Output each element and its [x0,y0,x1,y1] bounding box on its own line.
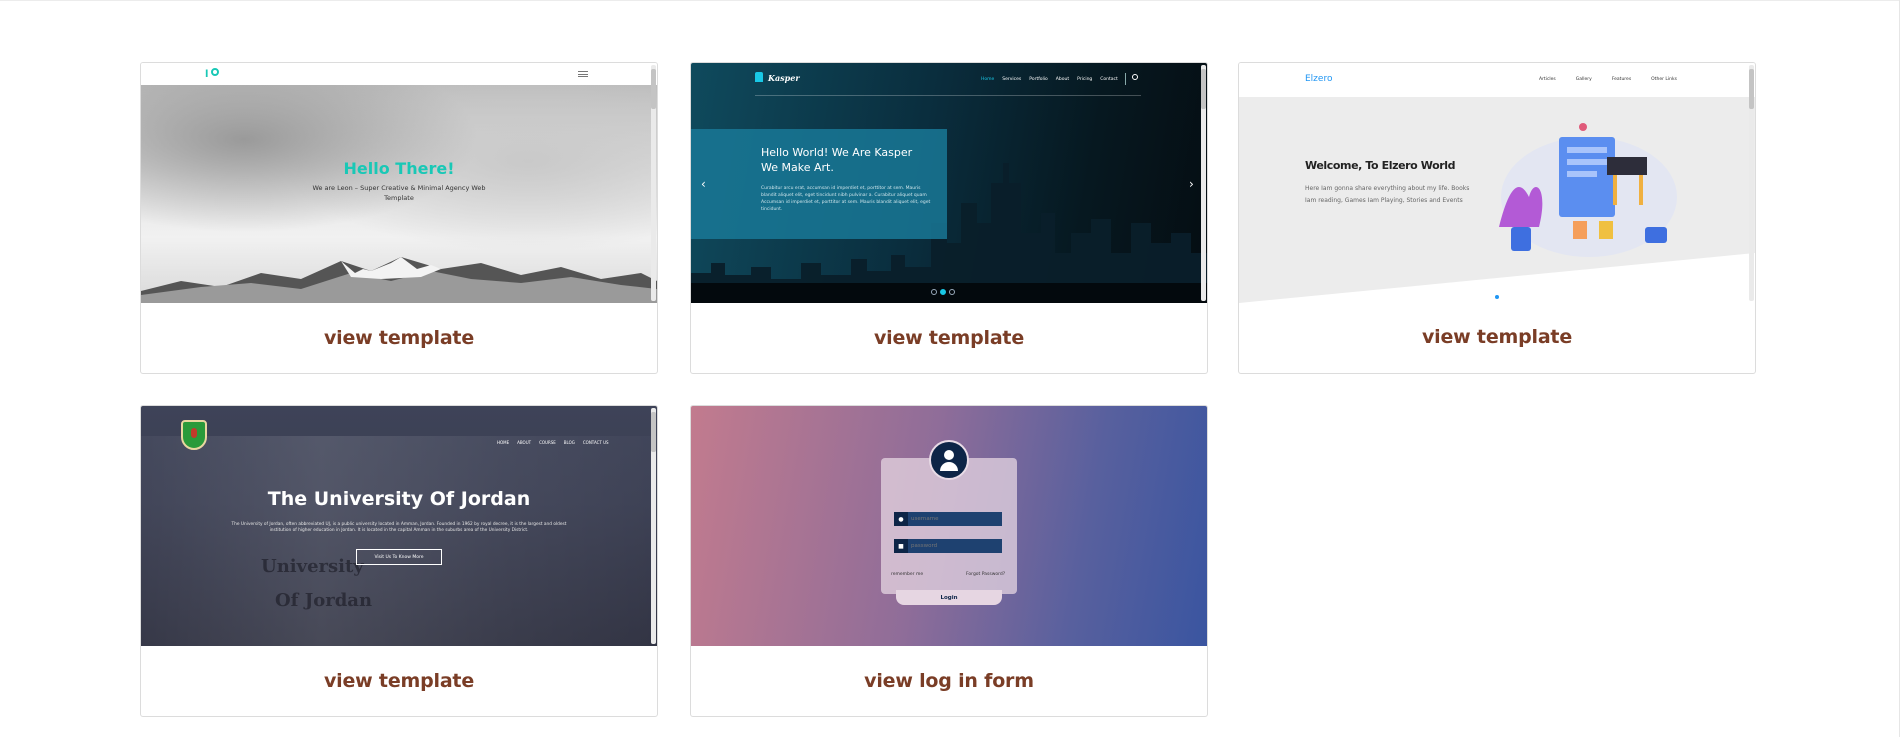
preview-navbar: Elzero Articles Gallery Features Other L… [1239,63,1755,97]
template-card-kasper: Kasper Home Services Portfolio About Pri… [690,62,1208,374]
remember-me-label: remember me [891,572,924,577]
menu-item: COURSE [539,440,556,445]
username-field: ● [894,512,1002,526]
slider-dot [931,289,937,295]
menu-item: HOME [497,440,510,445]
wall-carving: University [261,556,364,577]
password-input [908,543,998,549]
hero-text: Here Iam gonna share everything about my… [1305,185,1470,204]
view-template-link[interactable]: view template [141,646,657,716]
menu-item: About [1055,77,1070,82]
logo-mark-icon [211,68,219,76]
illustration-graphic [1499,123,1677,257]
login-button: Login [896,590,1002,605]
password-field: ■ [894,539,1002,553]
view-template-link[interactable]: view template [691,303,1207,373]
hero-title: The University Of Jordan [267,488,531,510]
preview-menu: HOME ABOUT COURSE BLOG CONTACT US [497,440,609,445]
template-preview-elzero[interactable]: Elzero Articles Gallery Features Other L… [1239,63,1755,303]
user-avatar-icon [929,440,969,480]
preview-scrollbar [651,408,656,644]
menu-item: Other Links [1651,77,1677,82]
menu-item: ABOUT [517,440,532,445]
view-template-link[interactable]: view template [1239,303,1755,371]
nav-underline [755,95,1141,96]
chevron-right-icon: › [1189,177,1194,191]
template-card-elzero: Elzero Articles Gallery Features Other L… [1238,62,1756,374]
menu-item: Features [1611,77,1632,82]
hero-text: Curabitur arcu erat, accumsan id imperdi… [761,186,931,212]
mountains-graphic [141,257,657,303]
slider-dot [1495,295,1499,299]
preview-menu: Articles Gallery Features Other Links [1539,77,1677,82]
visit-button: Visit Us To Know More [356,549,442,565]
brand-name: Kasper [768,73,800,83]
slider-dot-active [940,289,946,295]
view-template-link[interactable]: view template [141,303,657,373]
preview-scrollbar [1749,65,1754,301]
preview-scrollbar [1201,65,1206,301]
username-input [908,516,998,522]
hero-title: Hello World! We Are Kasper We Make Art. [761,146,913,174]
wall-carving: Of Jordan [275,590,373,611]
menu-item: Articles [1539,77,1556,82]
menu-separator [1125,73,1126,85]
hamburger-menu-icon [578,71,588,77]
menu-item: Gallery [1575,77,1592,82]
brand-name: Elzero [1305,74,1333,84]
top-divider [0,0,1900,1]
slider-dot [949,289,955,295]
menu-item: Home [981,77,995,82]
lock-icon: ■ [894,539,908,553]
wall-overlay [141,436,657,646]
hero-subtitle: We are Leon – Super Creative & Minimal A… [312,184,486,202]
slider-dots [931,289,955,295]
hero-title: Welcome, To Elzero World [1305,159,1456,172]
template-preview-kasper[interactable]: Kasper Home Services Portfolio About Pri… [691,63,1207,303]
template-preview-leon[interactable]: l Hello There! We are Leon – Super Creat… [141,63,657,303]
search-icon [1132,74,1138,80]
menu-item: CONTACT US [582,440,609,445]
user-icon: ● [894,512,908,526]
menu-item: Contact [1100,77,1118,82]
preview-scrollbar [651,65,656,301]
forgot-password-link: Forgot Password? [966,572,1006,577]
menu-item: Portfolio [1029,77,1048,82]
template-preview-login[interactable]: ● ■ remember me Forgot Password? Login [691,406,1207,646]
hero-text: The University of Jordan, often abbrevia… [231,522,567,533]
preview-navbar: l [141,63,657,85]
hero-text-box: Hello World! We Are Kasper We Make Art. … [691,129,947,239]
menu-item: BLOG [563,440,575,445]
menu-item: Services [1002,77,1022,82]
logo: l [205,69,209,80]
university-crest-icon [181,420,207,450]
brand-logo-icon [755,72,763,82]
chevron-left-icon: ‹ [701,177,706,191]
template-card-leon: l Hello There! We are Leon – Super Creat… [140,62,658,374]
template-preview-university[interactable]: University Of Jordan HOME ABOUT COURSE B… [141,406,657,646]
template-card-login: ● ■ remember me Forgot Password? Login v… [690,405,1208,717]
hero-title: Hello There! [343,159,455,178]
preview-menu: Home Services Portfolio About Pricing Co… [981,77,1118,82]
template-card-university: University Of Jordan HOME ABOUT COURSE B… [140,405,658,717]
view-login-form-link[interactable]: view log in form [691,646,1207,716]
menu-item: Pricing [1077,77,1093,82]
